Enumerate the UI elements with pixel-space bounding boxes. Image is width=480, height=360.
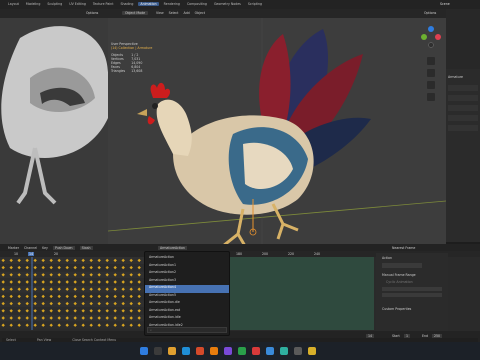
top-menu-bar: Layout Modeling Sculpting UV Editing Texture… xyxy=(0,0,480,9)
channel-menu[interactable]: Channel xyxy=(24,246,37,250)
action-list-item[interactable]: ArmatureAction4 xyxy=(145,285,229,293)
property-row[interactable] xyxy=(448,95,478,101)
property-row[interactable] xyxy=(448,125,478,131)
timeline-menus: Marker Channel Key Push Down Stash xyxy=(8,245,97,250)
app-icon[interactable] xyxy=(308,347,316,355)
tab-geometry-nodes[interactable]: Geometry Nodes xyxy=(212,2,243,6)
left-viewport-header: Options xyxy=(0,9,108,18)
frame-start-field[interactable] xyxy=(382,287,442,291)
edge-icon[interactable] xyxy=(182,347,190,355)
action-selector[interactable]: ArmatureAction xyxy=(158,245,187,250)
manual-frame-range-checkbox[interactable]: Manual Frame Range xyxy=(382,273,416,277)
custom-properties-section[interactable]: Custom Properties xyxy=(382,307,411,311)
action-dropdown[interactable]: ArmatureAction ArmatureAction1 ArmatureAct… xyxy=(144,251,230,341)
navigation-gizmo[interactable] xyxy=(418,23,444,103)
frame-label: 220 xyxy=(288,252,295,256)
tab-layout[interactable]: Layout xyxy=(6,2,21,6)
snapping-selector[interactable]: Nearest Frame xyxy=(392,246,415,250)
property-row[interactable] xyxy=(448,85,478,91)
action-list-item[interactable]: ArmatureAction xyxy=(145,255,229,263)
rooster-model[interactable] xyxy=(133,24,373,244)
app-icon[interactable] xyxy=(238,347,246,355)
search-icon: ⌕ xyxy=(150,328,152,332)
rooster-clay-model xyxy=(1,26,108,205)
app-icon[interactable] xyxy=(224,347,232,355)
armature-label: Armature xyxy=(448,75,463,79)
scene-name[interactable]: Scene xyxy=(440,2,450,6)
frame-end-field[interactable] xyxy=(382,293,442,297)
tab-scripting[interactable]: Scripting xyxy=(246,2,264,6)
tab-compositing[interactable]: Compositing xyxy=(185,2,209,6)
stash-button[interactable]: Stash xyxy=(79,245,93,250)
app-icon[interactable] xyxy=(294,347,302,355)
action-section[interactable]: Action xyxy=(382,256,392,260)
blender-icon[interactable] xyxy=(210,347,218,355)
app-icon[interactable] xyxy=(280,347,288,355)
left-3d-viewport[interactable]: Options xyxy=(0,9,108,244)
properties-area: Armature xyxy=(448,75,478,235)
frame-label: 10 xyxy=(14,252,19,256)
frame-label: 180 xyxy=(236,252,243,256)
action-list-item[interactable]: ArmatureAction.eat xyxy=(145,308,229,316)
action-properties: Action Manual Frame Range Cyclic Animati… xyxy=(376,253,448,331)
office-icon[interactable] xyxy=(196,347,204,355)
property-row[interactable] xyxy=(448,105,478,111)
tab-rendering[interactable]: Rendering xyxy=(162,2,182,6)
frame-label: 240 xyxy=(314,252,321,256)
action-list-item[interactable]: ArmatureAction.idle xyxy=(145,315,229,323)
marker-menu[interactable]: Marker xyxy=(8,246,19,250)
outliner[interactable] xyxy=(446,9,480,69)
app-icon[interactable] xyxy=(266,347,274,355)
action-editor-header: Marker Channel Key Push Down Stash Armat… xyxy=(0,244,480,251)
action-list-item[interactable]: ArmatureAction.die xyxy=(145,300,229,308)
file-explorer-icon[interactable] xyxy=(168,347,176,355)
tab-sculpting[interactable]: Sculpting xyxy=(45,2,64,6)
action-field[interactable] xyxy=(382,263,422,268)
property-row[interactable] xyxy=(448,115,478,121)
tab-uv-editing[interactable]: UV Editing xyxy=(67,2,88,6)
keyframe-channels[interactable] xyxy=(0,257,146,330)
app-icon[interactable] xyxy=(252,347,260,355)
push-down-button[interactable]: Push Down xyxy=(52,245,75,250)
current-frame-indicator[interactable]: 14 xyxy=(28,252,35,256)
action-search-input[interactable]: ⌕ xyxy=(147,327,227,333)
key-menu[interactable]: Key xyxy=(42,246,48,250)
action-range-area[interactable] xyxy=(228,257,374,330)
dope-sheet-action-editor[interactable]: Marker Channel Key Push Down Stash Armat… xyxy=(0,244,480,342)
action-list-item[interactable]: ArmatureAction3 xyxy=(145,278,229,286)
main-3d-viewport[interactable]: Object Mode View Select Add Object Optio… xyxy=(108,9,446,244)
cyclic-animation-checkbox[interactable]: Cyclic Animation xyxy=(386,280,413,284)
action-list-item[interactable]: ArmatureAction5 xyxy=(145,293,229,301)
left-options-button[interactable]: Options xyxy=(86,11,98,15)
action-list-item[interactable]: ArmatureAction1 xyxy=(145,263,229,271)
frame-label: 200 xyxy=(262,252,269,256)
properties-panel[interactable]: Armature xyxy=(446,9,480,242)
action-list-item[interactable]: ArmatureAction2 xyxy=(145,270,229,278)
tab-shading[interactable]: Shading xyxy=(118,2,135,6)
tab-texture-paint[interactable]: Texture Paint xyxy=(91,2,116,6)
tab-modeling[interactable]: Modeling xyxy=(24,2,43,6)
workspace-tabs: Layout Modeling Sculpting UV Editing Texture… xyxy=(6,2,267,6)
frame-label: 20 xyxy=(54,252,59,256)
tab-animation[interactable]: Animation xyxy=(138,2,159,6)
search-icon[interactable] xyxy=(154,347,162,355)
start-icon[interactable] xyxy=(140,347,148,355)
